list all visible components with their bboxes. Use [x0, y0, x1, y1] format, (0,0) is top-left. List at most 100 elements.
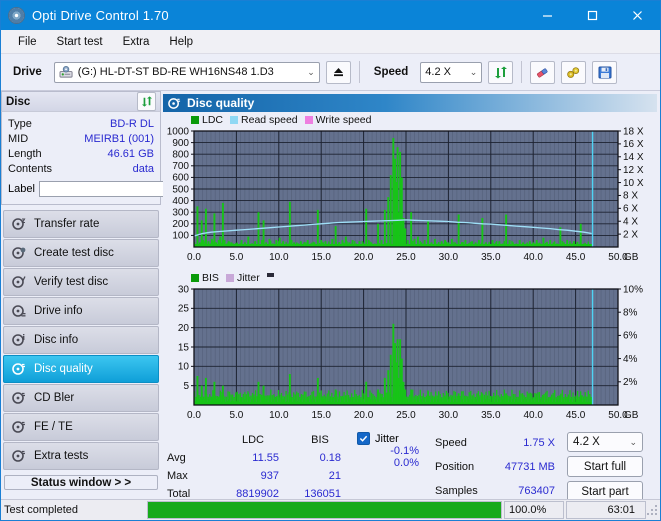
- sidebar-item-transfer-rate[interactable]: Transfer rate: [3, 210, 159, 238]
- stats-row-avg-bis: 0.18: [319, 452, 341, 465]
- disc-speed-icon: [12, 218, 26, 230]
- sidebar-item-disc-quality[interactable]: Disc quality: [3, 355, 159, 383]
- speed-key: Speed: [435, 437, 467, 450]
- eject-button[interactable]: [325, 60, 351, 84]
- sidebar-item-fe-te[interactable]: FE / TE: [3, 413, 159, 441]
- disc-panel-title: Disc: [6, 95, 31, 108]
- status-message: Test completed: [4, 504, 78, 516]
- jitter-checkbox[interactable]: [357, 432, 370, 445]
- drive-toolbar: Drive (G:) HL-DT-ST BD-RE WH16NS48 1.D3 …: [1, 54, 660, 91]
- legend-swatch-write-speed: [304, 115, 313, 124]
- disc-field-type: Type BD-R DL: [8, 116, 154, 131]
- svg-text:30.0: 30.0: [439, 252, 459, 263]
- ldc-chart-container: LDC Read speed Write speed 100 200 300 400 5…: [163, 112, 657, 270]
- menu-extra[interactable]: Extra: [114, 33, 159, 51]
- minimize-button[interactable]: [525, 1, 570, 30]
- disc-field-mid-key: MID: [8, 132, 29, 145]
- sidebar-item-verify-test-disc[interactable]: Verify test disc: [3, 268, 159, 296]
- resize-grip-icon[interactable]: [646, 504, 658, 516]
- start-full-button[interactable]: Start full: [567, 456, 643, 477]
- svg-text:20.0: 20.0: [354, 252, 374, 263]
- close-button[interactable]: [615, 1, 660, 30]
- sidebar-item-disc-info[interactable]: Disc info: [3, 326, 159, 354]
- speed-select[interactable]: 4.2 X ⌄: [420, 61, 483, 83]
- drive-label: Drive: [13, 66, 42, 78]
- nav-list: Transfer rate Create test disc Verify te…: [1, 210, 161, 471]
- erase-icon: [537, 67, 548, 78]
- drive-select-value: (G:) HL-DT-ST BD-RE WH16NS48 1.D3: [77, 66, 274, 78]
- svg-text:8 X: 8 X: [623, 191, 638, 202]
- title-bar: Opti Drive Control 1.70: [1, 1, 660, 30]
- refresh-button[interactable]: [488, 60, 514, 84]
- refresh-icon: [141, 96, 152, 107]
- bis-chart[interactable]: 5 10 15 20 25 30 2% 4% 6% 8% 10% 0.0 5.0 10.0 15.0 20.0…: [163, 284, 657, 425]
- menu-file[interactable]: File: [9, 33, 46, 51]
- svg-text:6 X: 6 X: [623, 204, 638, 215]
- maximize-button[interactable]: [570, 1, 615, 30]
- panel-header: Disc quality: [163, 94, 657, 112]
- disc-field-contents: Contents data: [8, 161, 154, 176]
- sidebar-item-create-test-disc[interactable]: Create test disc: [3, 239, 159, 267]
- test-speed-select[interactable]: 4.2 X ⌄: [567, 432, 643, 452]
- samples-key: Samples: [435, 484, 478, 497]
- svg-text:300: 300: [172, 208, 189, 219]
- menu-start-test[interactable]: Start test: [48, 33, 112, 51]
- svg-text:30: 30: [178, 285, 190, 295]
- progress-bar: [147, 501, 502, 519]
- svg-text:25: 25: [178, 304, 190, 315]
- svg-text:0.0: 0.0: [187, 252, 201, 263]
- sidebar-item-drive-info[interactable]: Drive info: [3, 297, 159, 325]
- legend-write-speed: Write speed: [304, 113, 372, 126]
- ldc-chart[interactable]: 1002003004005006007008009001000 2 X4 X 6 X…: [163, 126, 657, 267]
- svg-text:GB: GB: [624, 410, 639, 421]
- svg-text:4 X: 4 X: [623, 217, 638, 228]
- legend-label: LDC: [202, 113, 224, 126]
- sidebar-item-cd-bler[interactable]: CD Bler: [3, 384, 159, 412]
- sidebar-item-label: Extra tests: [34, 450, 89, 462]
- svg-text:15.0: 15.0: [311, 410, 331, 421]
- drive-select[interactable]: (G:) HL-DT-ST BD-RE WH16NS48 1.D3 ⌄: [53, 61, 320, 83]
- disc-panel-body: Type BD-R DL MID MEIRB1 (001) Length 46.…: [1, 111, 242, 205]
- elapsed-time: 63:01: [566, 501, 646, 519]
- jitter-value-2: 0.0%: [393, 457, 419, 469]
- legend-swatch-read-speed: [230, 115, 239, 124]
- erase-button[interactable]: [530, 60, 556, 84]
- disc-field-mid: MID MEIRB1 (001): [8, 131, 154, 146]
- svg-text:500: 500: [172, 184, 189, 195]
- chevron-down-icon: ⌄: [629, 436, 637, 447]
- stats-header-ldc: LDC: [241, 434, 264, 447]
- svg-text:15: 15: [178, 342, 190, 353]
- disc-field-type-value: BD-R DL: [109, 117, 154, 130]
- svg-text:600: 600: [172, 173, 189, 184]
- svg-text:700: 700: [172, 161, 189, 172]
- jitter-block: Jitter -0.1% 0.0%: [357, 432, 435, 502]
- svg-text:40.0: 40.0: [523, 252, 543, 263]
- svg-text:45.0: 45.0: [566, 410, 586, 421]
- chevron-down-icon: ⌄: [307, 66, 315, 77]
- svg-text:400: 400: [172, 196, 189, 207]
- position-key: Position: [435, 460, 475, 473]
- svg-text:800: 800: [172, 150, 189, 161]
- sidebar-item-label: Verify test disc: [34, 276, 109, 288]
- legend-label: Write speed: [315, 113, 372, 126]
- svg-text:2%: 2%: [623, 377, 638, 388]
- jitter-header: Jitter: [357, 432, 435, 445]
- tools-button[interactable]: [561, 60, 587, 84]
- refresh-icon: [494, 66, 507, 78]
- disc-label-row: Label: [8, 179, 242, 198]
- svg-text:16 X: 16 X: [623, 139, 644, 150]
- svg-text:6%: 6%: [623, 331, 638, 342]
- main-content: Disc Type BD-R DL MID MEIRB1 (001) Lengt…: [1, 91, 660, 502]
- svg-text:30.0: 30.0: [439, 410, 459, 421]
- svg-text:4%: 4%: [623, 354, 638, 365]
- menu-help[interactable]: Help: [160, 33, 202, 51]
- svg-text:14 X: 14 X: [623, 152, 644, 163]
- svg-text:25.0: 25.0: [396, 410, 416, 421]
- disc-refresh-button[interactable]: [137, 92, 156, 111]
- status-window-button[interactable]: Status window > >: [4, 475, 158, 490]
- disc-quality-icon: [12, 363, 25, 375]
- sidebar-item-extra-tests[interactable]: Extra tests: [3, 442, 159, 470]
- svg-text:5.0: 5.0: [229, 252, 243, 263]
- svg-text:35.0: 35.0: [481, 252, 501, 263]
- save-button[interactable]: [592, 60, 618, 84]
